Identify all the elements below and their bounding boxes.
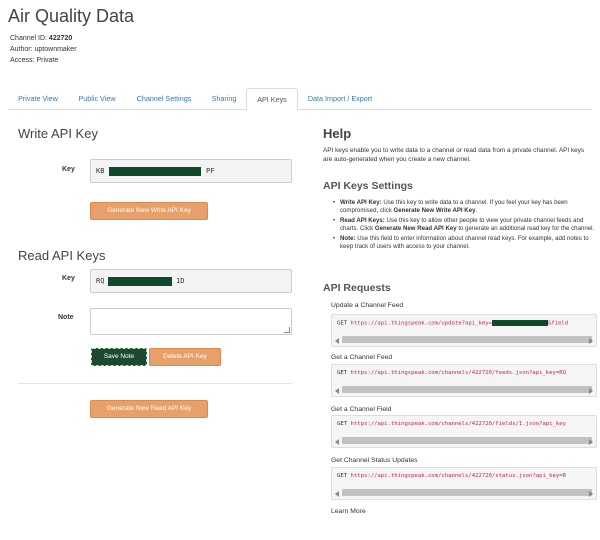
request-url: https://api.thingspeak.com/update?api_ke… (350, 320, 492, 327)
note-label: Note (58, 314, 74, 321)
read-key-suffix: 1D (176, 277, 185, 285)
write-api-key-heading: Write API Key (18, 126, 98, 141)
tab-public-view[interactable]: Public View (70, 88, 124, 110)
scroll-right-icon[interactable] (589, 439, 593, 445)
horizontal-scrollbar[interactable] (342, 336, 592, 343)
tab-api-keys[interactable]: API Keys (246, 88, 298, 111)
read-api-keys-heading: Read API Keys (18, 248, 106, 263)
tab-data-import-export[interactable]: Data Import / Export (300, 88, 380, 110)
scroll-right-icon[interactable] (589, 338, 593, 344)
horizontal-scrollbar[interactable] (342, 437, 592, 444)
code-block: GET https://api.thingspeak.com/update?ap… (331, 314, 597, 347)
request-title: Get a Channel Field (331, 406, 392, 413)
scroll-right-icon[interactable] (589, 491, 593, 497)
page-title: Air Quality Data (8, 6, 135, 26)
help-heading: Help (323, 126, 352, 141)
list-item: Note: Use this field to enter informatio… (333, 234, 595, 252)
tab-sharing[interactable]: Sharing (204, 88, 244, 110)
save-note-button[interactable]: Save Note (91, 348, 147, 366)
access-row: Access: Private (10, 57, 59, 64)
bullet-strong: Generate New Read API Key (374, 225, 457, 233)
code-block: GET https://api.thingspeak.com/channels/… (331, 364, 597, 397)
request-url: https://api.thingspeak.com/channels/4227… (350, 473, 567, 479)
list-item: Write API Key: Use this key to write dat… (333, 199, 595, 216)
request-url: https://api.thingspeak.com/channels/4227… (350, 370, 567, 376)
bullet-term: Write API Key: (340, 199, 382, 206)
help-intro-text: API keys enable you to write data to a c… (323, 147, 585, 163)
api-requests-heading: API Requests (323, 282, 391, 294)
author-row: Author: uptownmaker (10, 46, 77, 53)
write-key-prefix: KB (96, 167, 105, 175)
request-url: https://api.thingspeak.com/channels/4227… (350, 421, 567, 427)
channel-id-value: 422720 (48, 35, 73, 42)
scroll-left-icon[interactable] (335, 439, 339, 445)
list-item: Read API Keys: Use this key to allow oth… (333, 216, 595, 234)
generate-write-key-button[interactable]: Generate New Write API Key (90, 202, 208, 220)
bullet-text: Use this field to enter information abou… (340, 234, 589, 251)
channel-id-row: Channel ID: 422720 (10, 33, 77, 44)
resize-grip-icon[interactable] (284, 327, 290, 333)
divider (18, 383, 292, 384)
request-url-tail: &field (547, 320, 569, 327)
horizontal-scrollbar[interactable] (342, 386, 592, 393)
bullet-term: Read API Keys: (340, 216, 385, 224)
channel-id-label: Channel ID: (10, 35, 47, 42)
write-key-suffix: PF (206, 167, 215, 175)
tab-channel-settings[interactable]: Channel Settings (126, 88, 202, 110)
api-keys-settings-heading: API Keys Settings (323, 180, 413, 192)
request-title: Update a Channel Feed (331, 302, 404, 309)
code-line: GET https://api.thingspeak.com/channels/… (337, 473, 566, 479)
bullet-term: Note: (340, 234, 356, 242)
code-block: GET https://api.thingspeak.com/channels/… (331, 415, 597, 448)
http-method: GET (337, 473, 348, 479)
scroll-left-icon[interactable] (335, 388, 339, 394)
scroll-left-icon[interactable] (335, 338, 339, 344)
http-method: GET (337, 320, 348, 327)
bullet-end: to generate an additional read key for t… (456, 225, 595, 233)
read-key-label: Key (62, 275, 75, 282)
code-line: GET https://api.thingspeak.com/channels/… (337, 370, 566, 376)
request-title: Get Channel Status Updates (331, 457, 418, 464)
generate-read-key-button[interactable]: Generate New Read API Key (90, 400, 208, 418)
learn-more-link[interactable]: Learn More (331, 508, 366, 515)
horizontal-scrollbar[interactable] (342, 489, 592, 496)
code-line: GET https://api.thingspeak.com/update?ap… (337, 320, 568, 327)
redaction-block (108, 277, 172, 286)
write-api-key-field[interactable]: KB PF (90, 159, 292, 183)
http-method: GET (337, 370, 348, 376)
settings-bullet-list: Write API Key: Use this key to write dat… (333, 199, 595, 252)
redaction-block (109, 167, 201, 176)
write-key-label: Key (62, 166, 75, 173)
bullet-end: . (475, 207, 478, 215)
read-api-key-field[interactable]: RQ 1D (90, 269, 292, 293)
note-textarea[interactable] (90, 308, 292, 335)
request-title: Get a Channel Feed (331, 354, 393, 361)
http-method: GET (337, 421, 348, 427)
code-block: GET https://api.thingspeak.com/channels/… (331, 467, 597, 500)
tab-bar: Private View Public View Channel Setting… (8, 88, 592, 111)
redaction-block (491, 320, 548, 326)
code-line: GET https://api.thingspeak.com/channels/… (337, 421, 566, 427)
channel-meta: Channel ID: 422720 Author: uptownmaker A… (10, 33, 77, 66)
scroll-right-icon[interactable] (589, 388, 593, 394)
scroll-left-icon[interactable] (335, 491, 339, 497)
read-key-prefix: RQ (96, 277, 105, 285)
tab-private-view[interactable]: Private View (8, 88, 68, 110)
bullet-strong: Generate New Write API Key (393, 207, 476, 215)
delete-api-key-button[interactable]: Delete API Key (149, 348, 221, 366)
